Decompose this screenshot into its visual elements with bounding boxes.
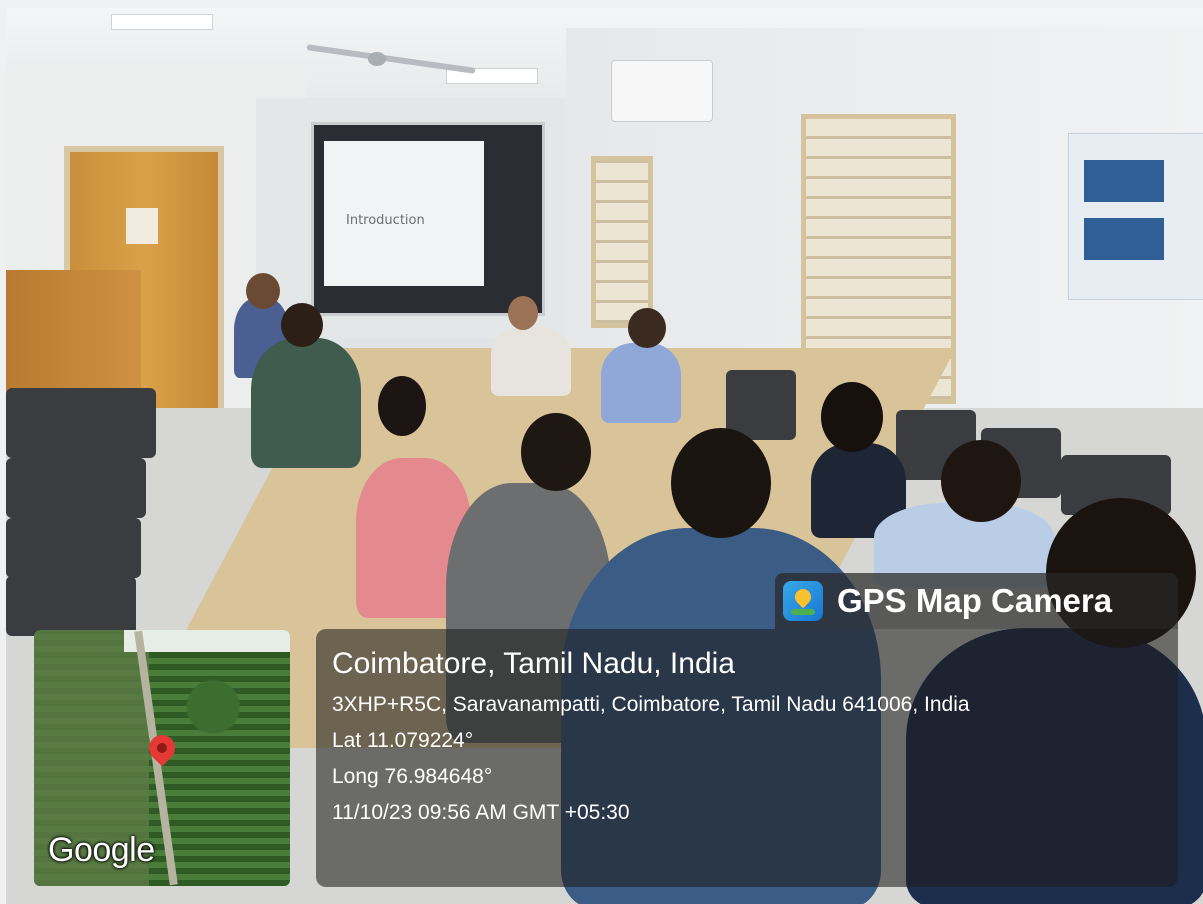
person bbox=[251, 338, 361, 468]
person-head bbox=[671, 428, 771, 538]
chair bbox=[6, 518, 141, 578]
slide-heading: Introduction bbox=[346, 213, 425, 228]
ceiling-light bbox=[111, 14, 213, 30]
person-head bbox=[821, 382, 883, 452]
location-city: Coimbatore, Tamil Nadu, India bbox=[332, 647, 735, 680]
person-head bbox=[941, 440, 1021, 522]
person bbox=[491, 326, 571, 396]
person-head bbox=[378, 376, 426, 436]
person-head bbox=[508, 296, 538, 330]
location-address: 3XHP+R5C, Saravanampatti, Coimbatore, Ta… bbox=[332, 693, 970, 716]
google-logo: Google bbox=[48, 831, 155, 869]
person-head bbox=[628, 308, 666, 348]
person-head bbox=[281, 303, 323, 347]
wall-poster bbox=[1068, 133, 1203, 300]
person bbox=[601, 343, 681, 423]
door-window bbox=[126, 208, 158, 244]
poster-image bbox=[1084, 160, 1164, 202]
location-info-panel: Coimbatore, Tamil Nadu, India 3XHP+R5C, … bbox=[316, 629, 1178, 887]
person-head bbox=[246, 273, 280, 309]
location-latitude: Lat 11.079224° bbox=[332, 729, 474, 752]
map-building-row bbox=[124, 630, 290, 652]
person-head bbox=[521, 413, 591, 491]
map-pin-icon bbox=[783, 581, 823, 621]
air-conditioner bbox=[611, 60, 713, 122]
map-thumbnail: Google bbox=[34, 630, 290, 886]
gps-map-camera-badge: GPS Map Camera bbox=[775, 573, 1178, 629]
gps-app-title: GPS Map Camera bbox=[837, 582, 1113, 619]
window-left bbox=[591, 156, 653, 328]
chair bbox=[6, 576, 136, 636]
chair bbox=[6, 388, 156, 458]
poster-image bbox=[1084, 218, 1164, 260]
location-datetime: 11/10/23 09:56 AM GMT +05:30 bbox=[332, 801, 630, 824]
location-longitude: Long 76.984648° bbox=[332, 765, 493, 788]
chair bbox=[726, 370, 796, 440]
chair bbox=[6, 458, 146, 518]
ceiling-fan-hub bbox=[368, 52, 386, 66]
